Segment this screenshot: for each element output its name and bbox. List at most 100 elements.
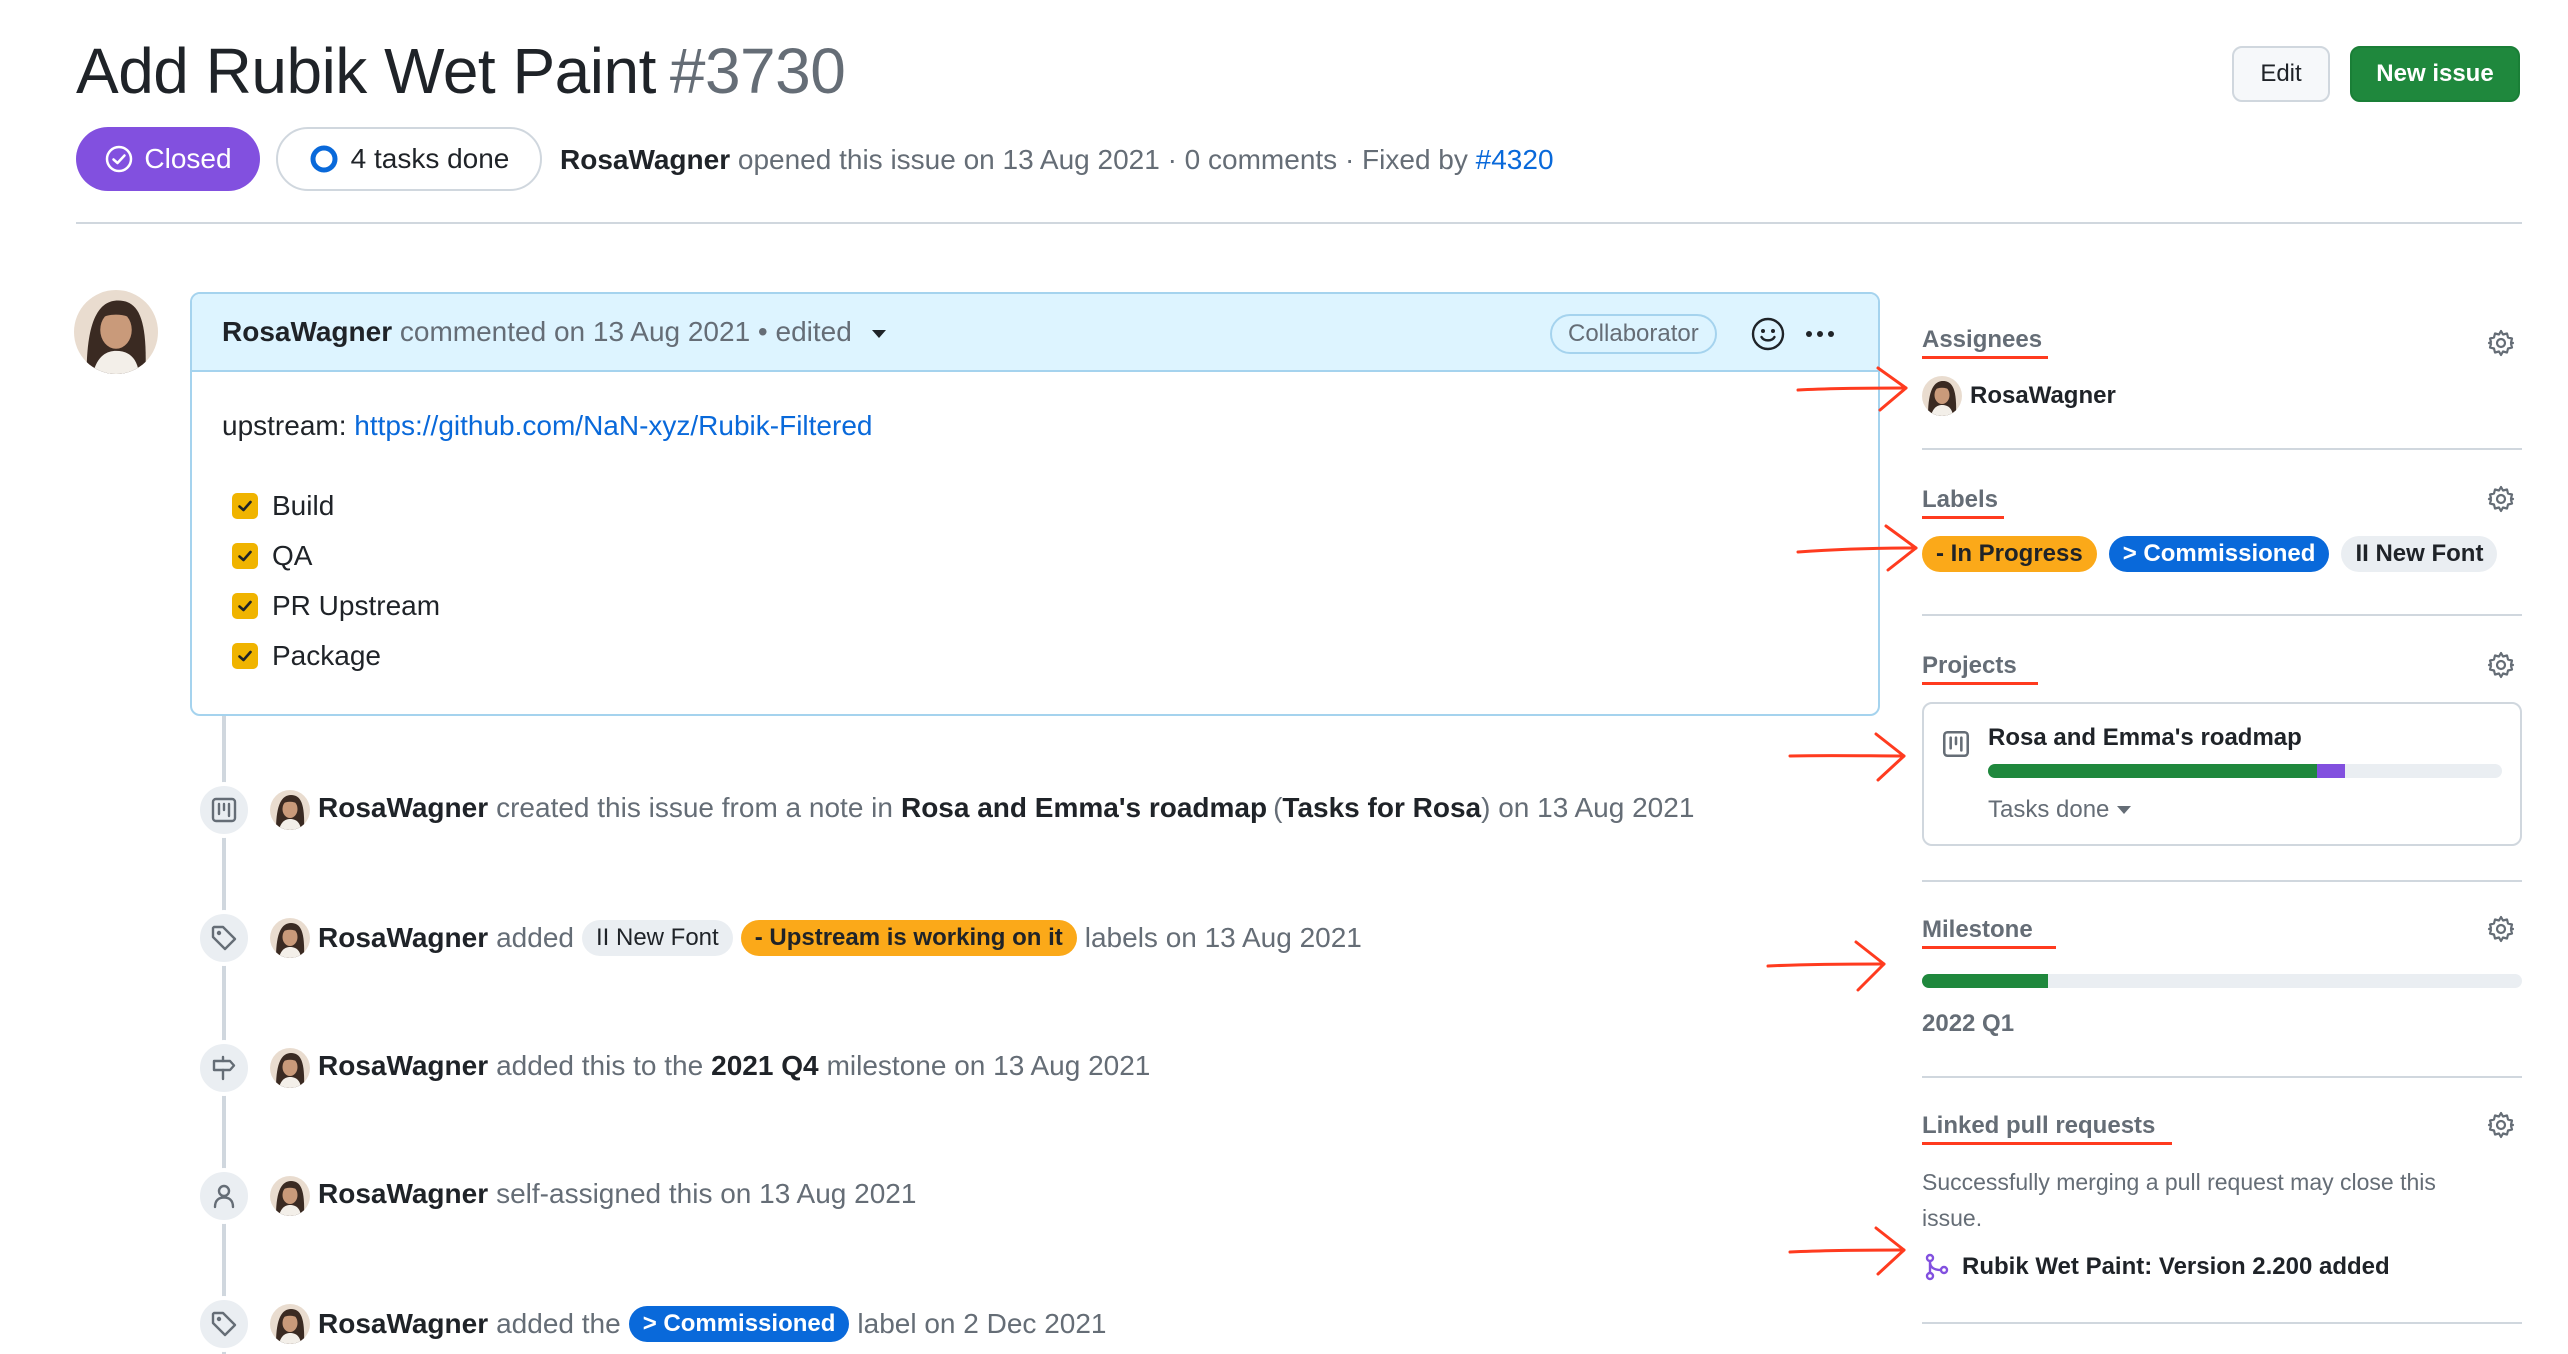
event-author[interactable]: RosaWagner	[318, 1308, 488, 1340]
checkbox-checked-icon[interactable]	[232, 493, 258, 519]
upstream-label: upstream:	[222, 410, 347, 441]
label-new-font[interactable]: II New Font	[2341, 536, 2498, 572]
comment-header: RosaWagner commented on 13 Aug 2021 • ed…	[192, 294, 1878, 372]
event-text: added	[496, 922, 574, 953]
comment-author[interactable]: RosaWagner	[222, 316, 392, 347]
avatar[interactable]	[270, 1176, 310, 1216]
project-status: Tasks done	[1988, 796, 2110, 823]
project-status-dropdown[interactable]: Tasks done	[1988, 796, 2132, 824]
checkbox-checked-icon[interactable]	[232, 543, 258, 569]
label-in-progress[interactable]: - In Progress	[1922, 536, 2097, 572]
annotation-arrow-icon	[1788, 732, 1906, 782]
timeline-event-project: RosaWagner created this issue from a not…	[318, 792, 1694, 824]
avatar[interactable]	[270, 790, 310, 830]
gear-icon[interactable]	[2486, 650, 2516, 680]
issue-author[interactable]: RosaWagner	[560, 144, 730, 175]
progress-circle-icon	[310, 145, 338, 173]
event-author[interactable]: RosaWagner	[318, 922, 488, 954]
label-upstream[interactable]: - Upstream is working on it	[740, 920, 1077, 956]
milestone-progress-bar	[1922, 974, 2522, 988]
checkbox-checked-icon[interactable]	[232, 643, 258, 669]
fixed-by-link[interactable]: #4320	[1476, 144, 1554, 175]
event-text: added this to the	[496, 1050, 704, 1081]
label-commissioned[interactable]: > Commissioned	[2108, 536, 2330, 572]
progress-in-progress	[2316, 764, 2346, 778]
gear-icon[interactable]	[2486, 914, 2516, 944]
avatar[interactable]	[270, 918, 310, 958]
milestone-name[interactable]: 2022 Q1	[1922, 1010, 2014, 1038]
sidebar-divider	[1922, 614, 2522, 616]
issue-meta: RosaWagner opened this issue on 13 Aug 2…	[560, 144, 1554, 176]
milestone-heading[interactable]: Milestone	[1922, 916, 2033, 944]
assignees-heading[interactable]: Assignees	[1922, 326, 2042, 354]
comment-meta-text[interactable]: commented on 13 Aug 2021 • edited	[400, 316, 852, 347]
projects-heading[interactable]: Projects	[1922, 652, 2017, 680]
milestone-link[interactable]: 2021 Q4	[711, 1050, 818, 1082]
timeline-event-milestone: RosaWagner added this to the 2021 Q4 mil…	[318, 1050, 1150, 1082]
milestone-icon	[196, 1040, 252, 1096]
tag-icon	[196, 1296, 252, 1352]
git-merge-icon	[1925, 1253, 1949, 1281]
event-author[interactable]: RosaWagner	[318, 792, 488, 824]
event-text: milestone on 13 Aug 2021	[826, 1050, 1151, 1081]
project-card: Rosa and Emma's roadmap Tasks done	[1922, 702, 2522, 846]
task-item[interactable]: Build	[232, 490, 334, 522]
chevron-down-icon[interactable]	[871, 329, 886, 338]
sidebar-divider	[1922, 1322, 2522, 1324]
event-text: ) on 13 Aug 2021	[1481, 792, 1695, 823]
new-issue-button[interactable]: New issue	[2350, 46, 2520, 102]
event-author[interactable]: RosaWagner	[318, 1050, 488, 1082]
task-item[interactable]: Package	[232, 640, 381, 672]
gear-icon[interactable]	[2486, 484, 2516, 514]
gear-icon[interactable]	[2486, 1110, 2516, 1140]
edit-button[interactable]: Edit	[2232, 46, 2330, 102]
timeline-event-labels: RosaWagner added II New Font - Upstream …	[318, 920, 1362, 956]
avatar[interactable]	[270, 1304, 310, 1344]
comment-author-avatar[interactable]	[74, 290, 158, 374]
assignee-name[interactable]: RosaWagner	[1970, 382, 2116, 410]
tasks-label: 4 tasks done	[350, 143, 510, 174]
annotation-arrow-icon	[1796, 524, 1918, 572]
label-commissioned[interactable]: > Commissioned	[628, 1306, 850, 1342]
kebab-menu-icon[interactable]	[1802, 316, 1838, 352]
chevron-down-icon	[2117, 806, 2132, 814]
comment-meta: RosaWagner commented on 13 Aug 2021 • ed…	[222, 316, 886, 348]
checkbox-checked-icon[interactable]	[232, 593, 258, 619]
annotation-arrow-icon	[1788, 1226, 1906, 1276]
label-new-font[interactable]: II New Font	[581, 920, 733, 956]
sidebar-divider	[1922, 1076, 2522, 1078]
project-name[interactable]: Rosa and Emma's roadmap	[1988, 724, 2302, 752]
project-column[interactable]: Tasks for Rosa	[1282, 792, 1481, 824]
header-divider	[76, 222, 2522, 224]
tag-icon	[196, 910, 252, 966]
event-author[interactable]: RosaWagner	[318, 1178, 488, 1210]
avatar[interactable]	[270, 1048, 310, 1088]
progress-done	[1988, 764, 2317, 778]
smiley-icon[interactable]	[1750, 316, 1786, 352]
linked-prs-heading[interactable]: Linked pull requests	[1922, 1112, 2155, 1140]
check-circle-icon	[106, 145, 133, 173]
project-link[interactable]: Rosa and Emma's roadmap	[901, 792, 1267, 824]
avatar[interactable]	[1922, 376, 1962, 416]
linked-pr-item[interactable]: Rubik Wet Paint: Version 2.200 added	[1922, 1252, 2390, 1282]
project-progress-bar	[1988, 764, 2502, 778]
gear-icon[interactable]	[2486, 328, 2516, 358]
task-item[interactable]: PR Upstream	[232, 590, 440, 622]
tasks-progress-badge[interactable]: 4 tasks done	[276, 127, 542, 191]
project-icon	[1942, 730, 1970, 758]
page-title: Add Rubik Wet Paint #3730	[76, 34, 846, 108]
annotation-underline	[1922, 1142, 2172, 1145]
task-label: Package	[272, 640, 381, 671]
task-item[interactable]: QA	[232, 540, 312, 572]
hint-line: issue.	[1922, 1205, 1983, 1231]
labels-list: - In Progress > Commissioned II New Font	[1922, 536, 2498, 572]
event-text: added the	[496, 1308, 621, 1339]
labels-heading[interactable]: Labels	[1922, 486, 1998, 514]
issue-comment: RosaWagner commented on 13 Aug 2021 • ed…	[190, 292, 1880, 716]
upstream-link[interactable]: https://github.com/NaN-xyz/Rubik-Filtere…	[354, 410, 872, 441]
progress-done	[1922, 974, 2048, 988]
task-label: Build	[272, 490, 335, 521]
project-icon	[196, 782, 252, 838]
annotation-arrow-icon	[1796, 366, 1908, 412]
issue-state-label: Closed	[144, 143, 232, 174]
